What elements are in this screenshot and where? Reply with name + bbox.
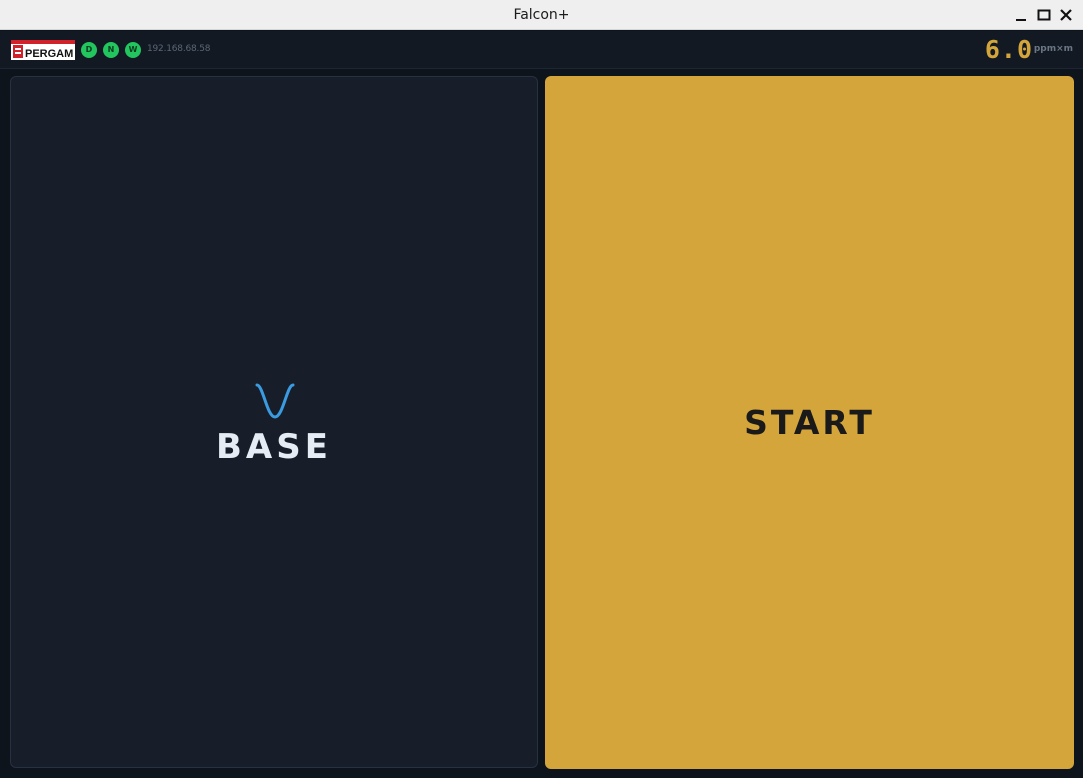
base-label: BASE — [216, 427, 332, 467]
start-label: START — [744, 403, 875, 442]
status-indicator-d: D — [81, 42, 97, 58]
concentration-unit: ppm×m — [1033, 44, 1073, 54]
ip-address: 192.168.68.58 — [147, 44, 211, 54]
window-titlebar: Falcon+ — [0, 0, 1083, 30]
window-title: Falcon+ — [513, 7, 570, 23]
wave-dip-icon — [253, 381, 297, 421]
status-indicator-n: N — [103, 42, 119, 58]
pergam-logo: PERGAM — [11, 40, 75, 60]
minimize-icon[interactable] — [1013, 6, 1029, 24]
svg-text:PERGAM: PERGAM — [25, 48, 73, 60]
start-button[interactable]: START — [545, 76, 1074, 769]
concentration-readout: 6.0 — [984, 35, 1033, 64]
close-icon[interactable] — [1058, 6, 1074, 24]
maximize-icon[interactable] — [1036, 6, 1052, 24]
base-button[interactable]: BASE — [10, 76, 538, 768]
status-indicator-w: W — [125, 42, 141, 58]
app-header: PERGAM D N W 192.168.68.58 6.0 ppm×m — [0, 31, 1083, 69]
